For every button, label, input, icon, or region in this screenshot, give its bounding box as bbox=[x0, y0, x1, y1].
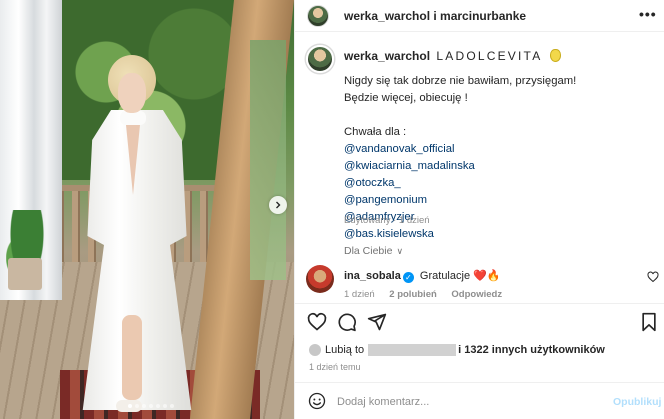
comment-line: ina_sobala ✓ Gratulacje ❤️🔥 bbox=[344, 269, 501, 283]
comment-time: 1 dzień bbox=[344, 289, 375, 300]
bookmark-icon[interactable] bbox=[639, 312, 659, 332]
liker-avatar bbox=[309, 344, 321, 356]
mention-link[interactable]: @otoczka_ bbox=[344, 175, 644, 192]
door-glass bbox=[250, 40, 286, 280]
verified-badge-icon: ✓ bbox=[402, 272, 414, 283]
caption-line: Nigdy się tak dobrze nie bawiłam, przysi… bbox=[344, 75, 577, 87]
liker-username-redacted bbox=[368, 344, 457, 356]
post-action-bar bbox=[295, 309, 664, 335]
comment-likes-link[interactable]: 2 polubień bbox=[389, 289, 437, 300]
commenter-username[interactable]: ina_sobala bbox=[344, 270, 401, 282]
caption-line: Chwała dla : bbox=[344, 126, 407, 138]
commenter-avatar[interactable] bbox=[306, 265, 334, 293]
comment-bubble-icon[interactable] bbox=[337, 312, 357, 332]
caption-line bbox=[344, 107, 644, 124]
comment-input[interactable] bbox=[337, 393, 597, 411]
post-header: werka_warchol i marcinurbanke ••• bbox=[295, 0, 664, 32]
carousel-dots bbox=[128, 404, 174, 408]
comment-item: ina_sobala ✓ Gratulacje ❤️🔥 1 dzień 2 pol… bbox=[295, 262, 664, 302]
leg bbox=[122, 315, 142, 400]
comment-like-icon[interactable] bbox=[647, 271, 659, 283]
mention-link[interactable]: @kwiaciarnia_madalinska bbox=[344, 158, 644, 175]
more-options-icon[interactable]: ••• bbox=[639, 6, 657, 22]
mention-link[interactable]: @bas.kisielewska bbox=[344, 226, 644, 243]
divider bbox=[295, 303, 664, 304]
comment-text: Gratulacje ❤️🔥 bbox=[419, 270, 501, 282]
dress-collar bbox=[120, 111, 146, 125]
likes-summary[interactable]: Lubią to i 1322 innych użytkowników bbox=[309, 344, 605, 356]
caption-author-avatar[interactable] bbox=[306, 45, 334, 73]
woman-in-white-dress bbox=[60, 55, 210, 419]
emoji-picker-icon[interactable] bbox=[308, 392, 326, 410]
mention-link[interactable]: @vandanovak_official bbox=[344, 141, 644, 158]
carousel-dot bbox=[149, 404, 153, 408]
comments-filter-toggle[interactable]: Dla Ciebie ∨ bbox=[344, 245, 403, 257]
like-heart-icon[interactable] bbox=[307, 312, 327, 332]
comments-filter-label: Dla Ciebie bbox=[344, 245, 393, 257]
carousel-next-button[interactable] bbox=[269, 196, 287, 214]
chevron-down-icon: ∨ bbox=[396, 246, 404, 256]
face bbox=[118, 73, 146, 113]
carousel-dot bbox=[163, 404, 167, 408]
caption-headline: LADOLCEVITA bbox=[436, 49, 543, 63]
author-usernames[interactable]: werka_warchol i marcinurbanke bbox=[344, 9, 526, 23]
mention-link[interactable]: @pangemonium bbox=[344, 192, 644, 209]
post-details-panel: werka_warchol i marcinurbanke ••• werka_… bbox=[294, 0, 664, 419]
carousel-dot bbox=[128, 404, 132, 408]
carousel-dot bbox=[156, 404, 160, 408]
caption-author-username[interactable]: werka_warchol bbox=[344, 49, 430, 63]
carousel-dot bbox=[170, 404, 174, 408]
carousel-dot bbox=[135, 404, 139, 408]
post-timestamp: 1 dzień temu bbox=[309, 362, 361, 372]
share-send-icon[interactable] bbox=[367, 312, 387, 332]
carousel-dot bbox=[142, 404, 146, 408]
comment-actions: 1 dzień 2 polubień Odpowiedz bbox=[344, 289, 514, 300]
add-comment-bar: Opublikuj bbox=[295, 383, 664, 419]
publish-comment-button[interactable]: Opublikuj bbox=[613, 396, 661, 408]
post-photo[interactable] bbox=[0, 0, 294, 419]
comment-reply-button[interactable]: Odpowiedz bbox=[451, 289, 502, 300]
plant-pot bbox=[8, 258, 42, 290]
caption-author-line: werka_warchol LADOLCEVITA bbox=[344, 49, 561, 63]
likes-count[interactable]: i 1322 innych użytkowników bbox=[458, 344, 605, 356]
likes-prefix: Lubią to bbox=[325, 344, 365, 356]
chevron-right-icon bbox=[276, 201, 281, 209]
caption-line: Będzie więcej, obiecuję ! bbox=[344, 92, 468, 104]
caption-meta: Edytowany · 1 dzień bbox=[344, 215, 430, 226]
author-avatar[interactable] bbox=[307, 5, 329, 27]
lemon-emoji-icon bbox=[549, 49, 561, 62]
